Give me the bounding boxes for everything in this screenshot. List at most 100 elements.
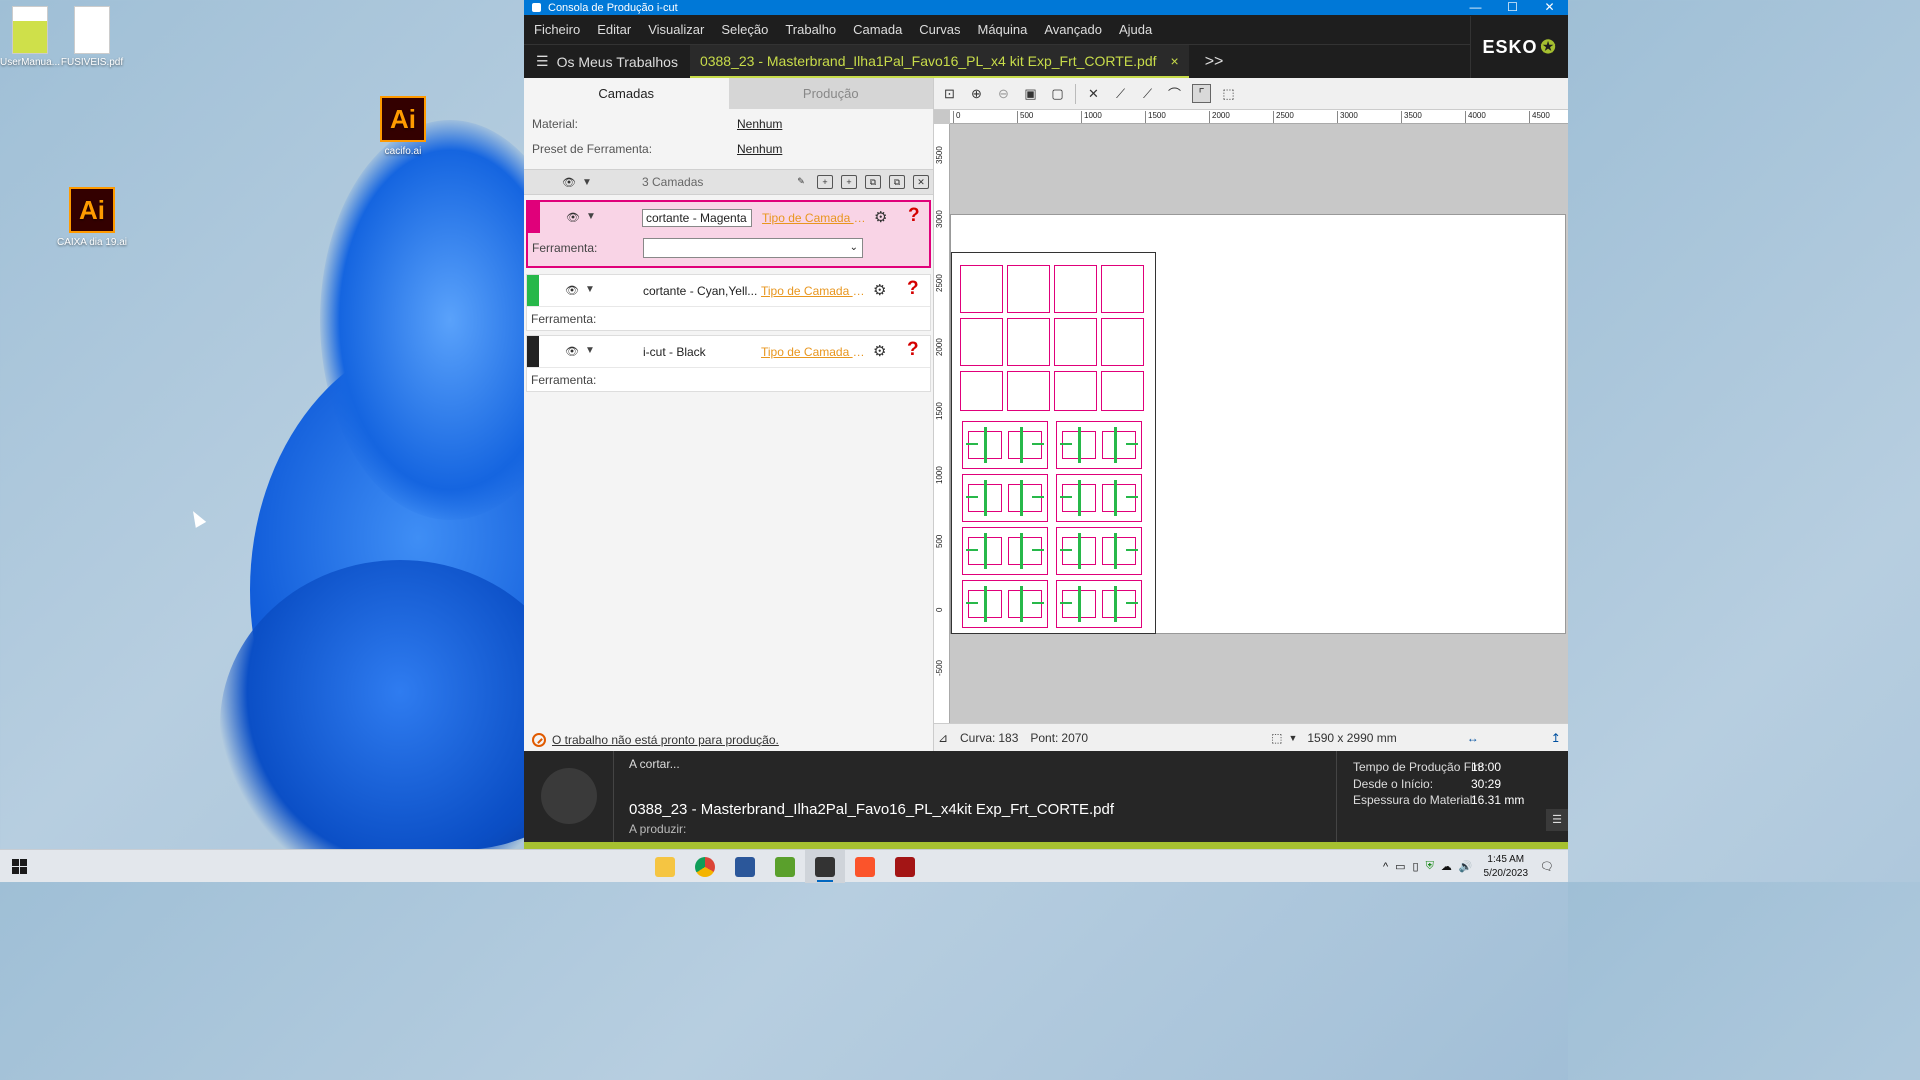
job-size: 1590 x 2990 mm [1307,730,1397,745]
close-tab-icon[interactable]: × [1171,53,1179,69]
zoom-selection-icon[interactable]: ▣ [1021,84,1040,103]
menu-avancado[interactable]: Avançado [1044,22,1102,37]
layer-row-cyan[interactable]: 👁 ▼ cortante - Cyan,Yell... Tipo de Cama… [526,274,931,331]
eye-icon[interactable]: 👁 [565,284,579,297]
gear-icon[interactable]: ⚙ [873,281,886,299]
cut-path [1008,484,1042,512]
more-tabs-button[interactable]: >> [1205,53,1224,71]
eye-icon[interactable]: 👁 [566,211,580,224]
taskbar-brave[interactable] [845,850,885,883]
usb-icon[interactable]: ▯ [1413,860,1419,873]
chevron-down-icon[interactable]: ▼ [1288,733,1297,743]
crease-path [1060,549,1072,551]
question-icon[interactable]: ? [907,278,919,300]
notifications-icon[interactable]: 🗨 [1540,860,1554,873]
dropdown-triangle-icon[interactable]: ▼ [585,284,595,295]
layer-type-link[interactable]: Tipo de Camada D... [761,284,865,298]
taskbar-chrome[interactable] [685,850,725,883]
eye-icon[interactable]: 👁 [562,176,576,189]
pen-tool-icon[interactable]: ⟋ [1138,84,1157,103]
new-layer-icon[interactable]: + [817,175,833,189]
menu-editar[interactable]: Editar [597,22,631,37]
menu-ajuda[interactable]: Ajuda [1119,22,1152,37]
close-button[interactable]: ✕ [1531,0,1568,15]
zoom-page-icon[interactable]: ▢ [1048,84,1067,103]
status-link[interactable]: O trabalho não está pronto para produção… [552,733,779,747]
dropdown-triangle-icon[interactable]: ▼ [585,345,595,356]
zoom-in-icon[interactable]: ⊕ [967,84,986,103]
delete-layer-icon[interactable]: ✕ [913,175,929,189]
crease-path [1126,496,1138,498]
taskbar-icut[interactable] [805,850,845,883]
cut-path [1101,265,1144,313]
curve-count-value: 183 [998,730,1019,745]
ruler-toggle-icon[interactable]: ⌜ [1192,84,1211,103]
marquee-icon[interactable]: ⬚ [1219,84,1238,103]
node-tool-icon[interactable]: ✕ [1084,84,1103,103]
layer-row-black[interactable]: 👁 ▼ i-cut - Black Tipo de Camada D... ⚙ … [526,335,931,392]
zoom-fit-icon[interactable]: ⊡ [940,84,959,103]
chevron-up-icon[interactable]: ^ [1383,861,1388,873]
menu-selecao[interactable]: Seleção [721,22,768,37]
zoom-out-icon[interactable]: ⊖ [994,84,1013,103]
my-jobs-button[interactable]: ☰ Os Meus Trabalhos [524,45,690,78]
eye-icon[interactable]: 👁 [565,345,579,358]
volume-icon[interactable]: 🔊 [1459,860,1473,873]
curves-icon: ⊿ [938,730,949,745]
cut-path [1054,318,1097,366]
menu-visualizar[interactable]: Visualizar [648,22,704,37]
not-ready-icon [532,733,546,747]
tab-camadas[interactable]: Camadas [524,78,729,109]
merge-layers-icon[interactable]: ⧉ [865,175,881,189]
desktop-icon-fusiveis[interactable]: FUSIVEIS.pdf [52,6,132,69]
ruler-tick-label: 1000 [935,466,944,484]
layer-row-magenta[interactable]: 👁 ▼ cortante - Magenta Tipo de Camada D.… [526,200,931,268]
knife-tool-icon[interactable]: ⟋ [1111,84,1130,103]
curve-tool-icon[interactable]: ⌒ [1165,84,1184,103]
taskbar-calculator[interactable] [725,850,765,883]
menu-trabalho[interactable]: Trabalho [785,22,836,37]
layer-type-link[interactable]: Tipo de Camada D... [761,345,865,359]
cut-path [1054,265,1097,313]
menu-ficheiro[interactable]: Ficheiro [534,22,580,37]
minimize-button[interactable]: — [1457,0,1494,15]
taskbar-app-red[interactable] [885,850,925,883]
dropdown-triangle-icon[interactable]: ▼ [582,177,592,188]
queue-menu-button[interactable]: ☰ [1546,809,1568,831]
app-icon [532,3,541,12]
maximize-button[interactable]: ☐ [1494,0,1531,15]
duplicate-layer-icon[interactable]: ⧉ [889,175,905,189]
direction-icon[interactable]: ↔ [1467,731,1479,745]
gear-icon[interactable]: ⚙ [874,208,887,226]
cloud-icon[interactable]: ☁ [1441,860,1452,873]
tab-producao[interactable]: Produção [728,78,933,109]
clock[interactable]: 1:45 AM 5/20/2023 [1484,853,1529,881]
tab-current-file[interactable]: 0388_23 - Masterbrand_Ilha1Pal_Favo16_PL… [689,45,1189,78]
layer-type-link[interactable]: Tipo de Camada D... [762,211,866,225]
preview-canvas[interactable] [950,124,1568,723]
network-icon[interactable]: ▭ [1395,860,1405,873]
add-layer-icon[interactable]: + [841,175,857,189]
menu-curvas[interactable]: Curvas [919,22,960,37]
taskbar-file-explorer[interactable] [645,850,685,883]
menu-camada[interactable]: Camada [853,22,902,37]
desktop-icon-caixa[interactable]: Ai CAIXA dia 19.ai [52,187,132,249]
question-icon[interactable]: ? [907,339,919,361]
pencil-icon[interactable]: ✎ [793,175,809,189]
dropdown-triangle-icon[interactable]: ▼ [586,211,596,222]
selection-icon[interactable]: ⬚ [1271,731,1282,745]
windows-start-icon[interactable] [12,859,27,874]
layer-name-input[interactable]: cortante - Magenta [642,209,752,227]
preset-link[interactable]: Nenhum [737,142,782,156]
menu-maquina[interactable]: Máquina [977,22,1027,37]
gear-icon[interactable]: ⚙ [873,342,886,360]
question-icon[interactable]: ? [908,205,920,227]
desktop-icon-cacifo[interactable]: Ai cacifo.ai [363,96,443,158]
taskbar-app-green[interactable] [765,850,805,883]
stat-label: Desde o Início: [1353,776,1434,791]
security-icon[interactable]: ⛨ [1426,860,1434,873]
material-link[interactable]: Nenhum [737,117,782,131]
crease-path [1020,533,1023,569]
tool-select[interactable]: ⌄ [643,238,863,258]
origin-icon[interactable]: ↥ [1551,731,1561,745]
